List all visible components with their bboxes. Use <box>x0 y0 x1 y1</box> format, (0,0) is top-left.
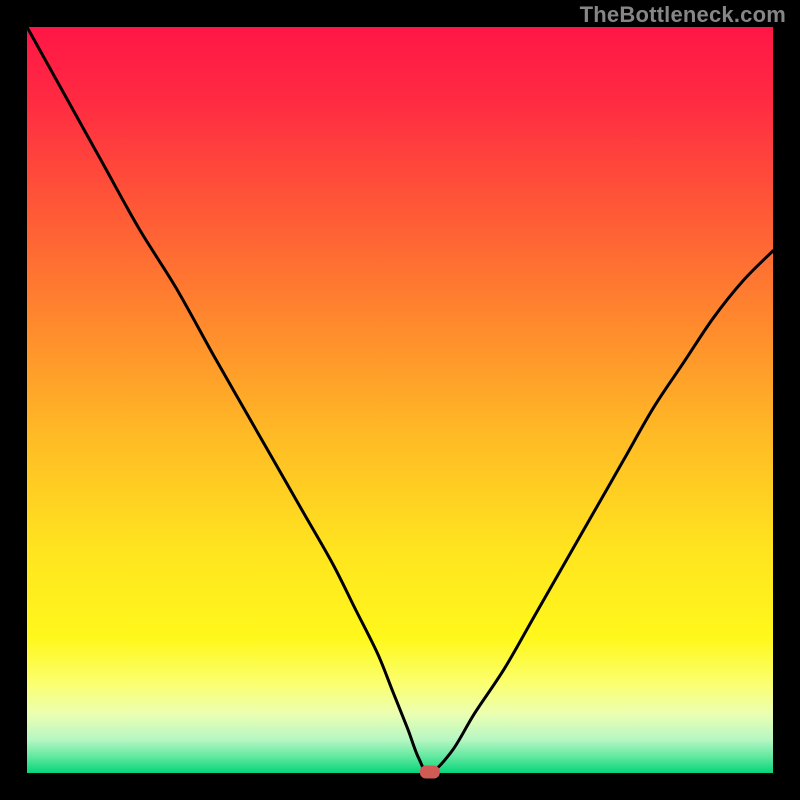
optimal-marker <box>420 766 440 779</box>
chart-frame: TheBottleneck.com <box>0 0 800 800</box>
chart-gradient-background <box>27 27 773 773</box>
bottleneck-chart <box>0 0 800 800</box>
watermark-text: TheBottleneck.com <box>580 2 786 28</box>
